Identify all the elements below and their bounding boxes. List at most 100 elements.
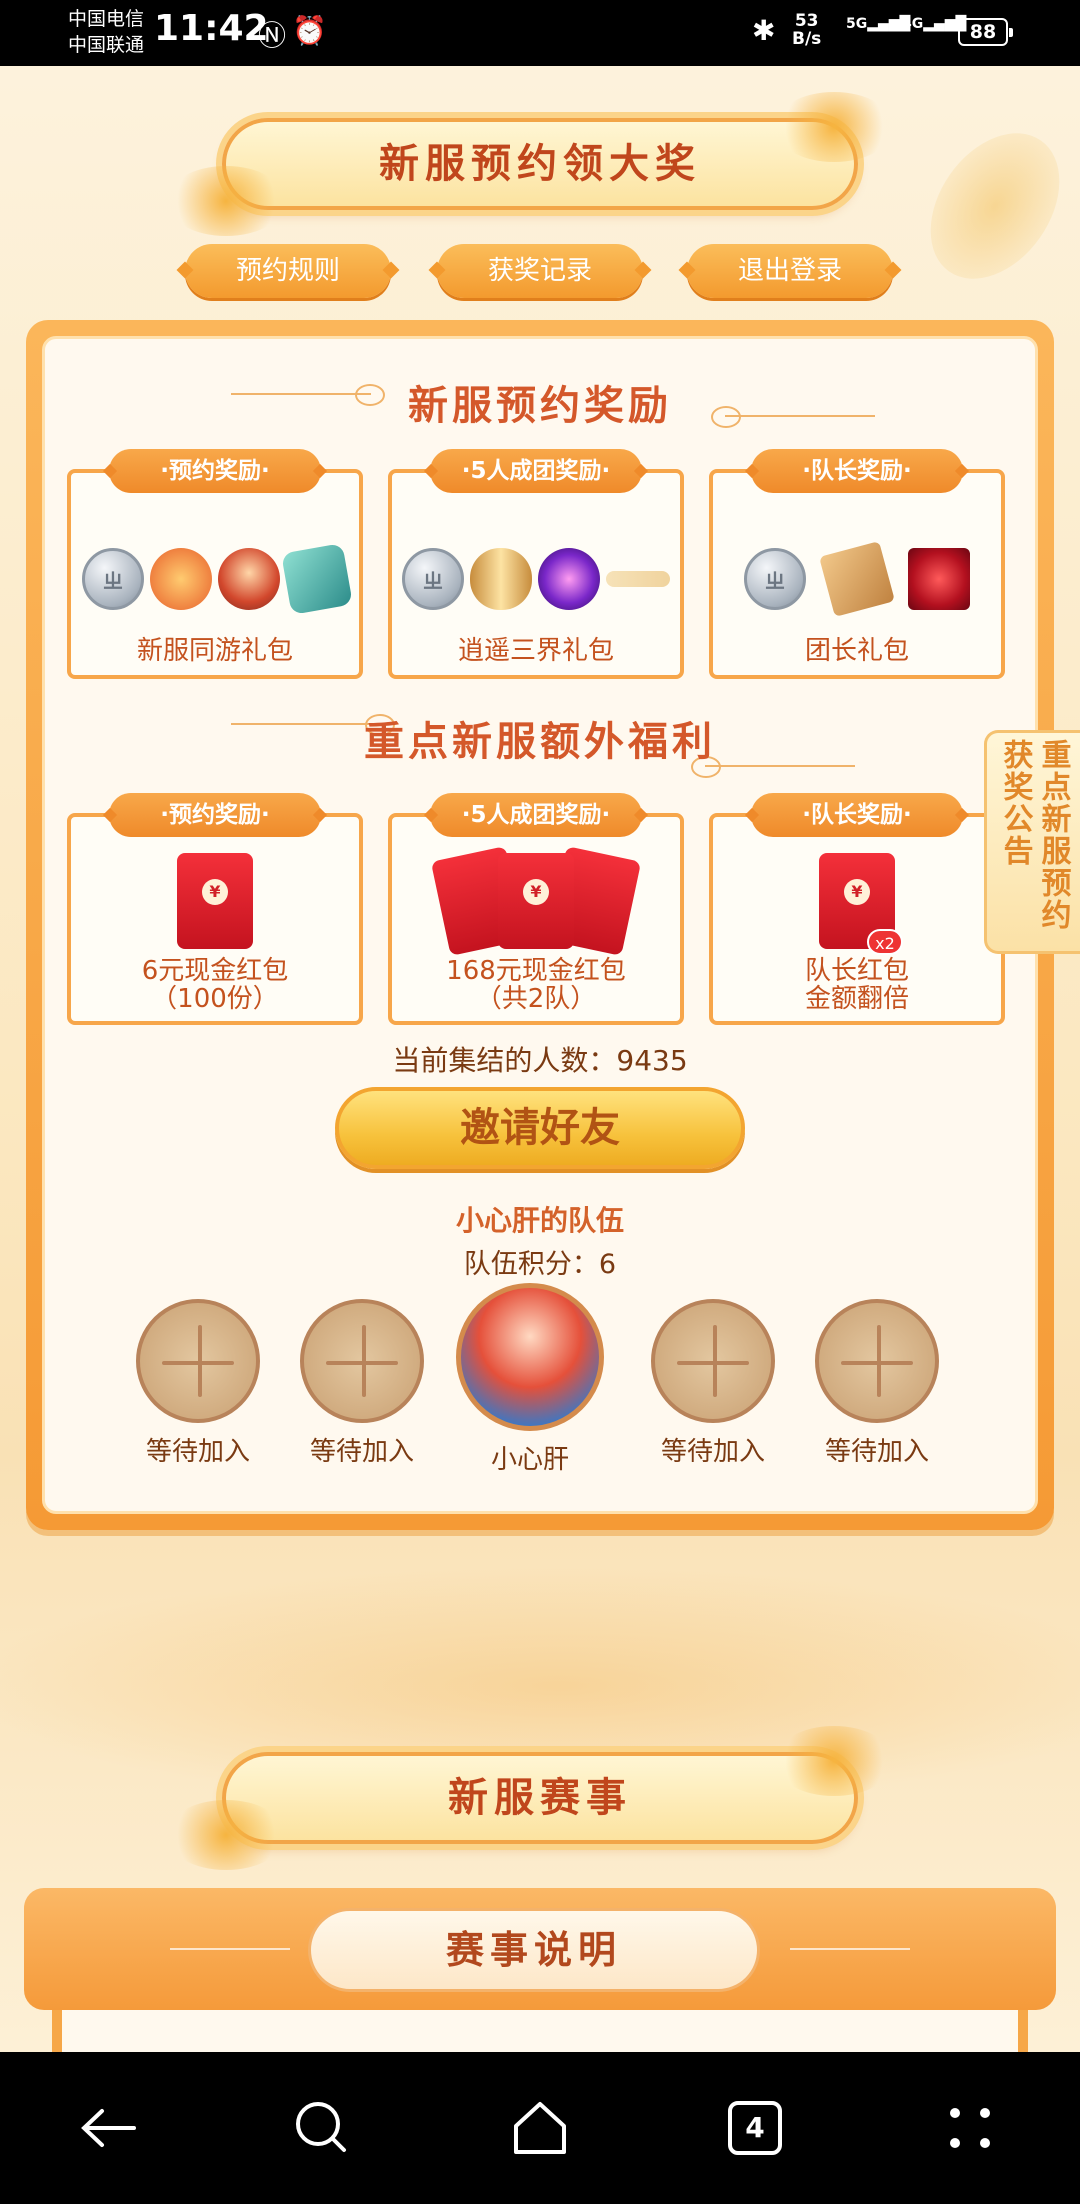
- hero-icon: [218, 548, 280, 610]
- add-member-icon[interactable]: [651, 1299, 775, 1423]
- award-record-button[interactable]: 获奖记录: [437, 244, 643, 298]
- team-score: 队伍积分：6: [45, 1242, 1035, 1281]
- team-name: 小心肝的队伍: [455, 1204, 624, 1237]
- reward-card-team[interactable]: ·5人成团奖励· ㄓ 逍遥三界礼包: [388, 449, 684, 679]
- team-slot-empty[interactable]: 等待加入: [297, 1299, 427, 1468]
- add-member-icon[interactable]: [300, 1299, 424, 1423]
- side-tab-col1: 重点新服预约: [1035, 739, 1071, 931]
- scroll-icon: [470, 548, 532, 610]
- bonus-card-label: 168元现金红包 （共2队）: [392, 957, 680, 1013]
- team-slot-label: 小心肝: [490, 1445, 569, 1475]
- team-slot-label: 等待加入: [309, 1437, 414, 1467]
- red-packet-icon: ¥ x2: [819, 853, 903, 955]
- bonus-card-label: 队长红包 金额翻倍: [713, 957, 1001, 1013]
- rules-button[interactable]: 预约规则: [185, 244, 391, 298]
- back-button[interactable]: [48, 2052, 168, 2204]
- reward-card-tag: ·5人成团奖励·: [430, 449, 642, 493]
- currency-symbol: ¥: [844, 879, 870, 905]
- team-score-value: 6: [598, 1249, 617, 1280]
- event-rules-button[interactable]: 赛事说明: [308, 1908, 760, 1992]
- red-packet-icon: ¥: [177, 853, 253, 949]
- net-label-1: 5G: [846, 16, 868, 32]
- gather-count-label: 当前集结的人数：: [392, 1044, 617, 1077]
- add-member-icon[interactable]: [815, 1299, 939, 1423]
- silver-coin-icon: ㄓ: [744, 548, 806, 610]
- search-button[interactable]: [262, 2052, 382, 2204]
- nfc-icon: Ⓝ: [258, 19, 287, 52]
- bonus-label-line2: （共2队）: [475, 984, 597, 1014]
- bonus-card-label: 6元现金红包 （100份）: [71, 957, 359, 1013]
- team-slot-label: 等待加入: [660, 1437, 765, 1467]
- dots-decoration: [790, 1948, 910, 1950]
- home-button[interactable]: [480, 2052, 600, 2204]
- menu-dots-icon: [950, 2108, 990, 2148]
- dots-decoration: [170, 1948, 290, 1950]
- alarm-icon: ⏰: [292, 14, 327, 47]
- team-slot-label: 等待加入: [824, 1437, 929, 1467]
- rose-icon: [908, 548, 970, 610]
- reward-items: ㄓ: [71, 539, 359, 619]
- signal-4g-icon: 4G▂▄▆█: [902, 16, 967, 32]
- currency-symbol: ¥: [202, 879, 228, 905]
- invite-friends-button[interactable]: 邀请好友: [335, 1087, 745, 1169]
- speed-unit: B/s: [792, 29, 822, 49]
- team-score-label: 队伍积分：: [463, 1249, 599, 1280]
- add-member-icon[interactable]: [136, 1299, 260, 1423]
- silver-coin-icon: ㄓ: [82, 548, 144, 610]
- search-icon: [296, 2102, 346, 2152]
- bonus-card-tag: ·队长奖励·: [751, 793, 963, 837]
- gather-count-value: 9435: [616, 1044, 688, 1077]
- menu-button[interactable]: [910, 2052, 1030, 2204]
- bonus-card-tag: ·5人成团奖励·: [430, 793, 642, 837]
- page-title: 新服预约领大奖: [166, 92, 894, 236]
- silver-coin-icon: ㄓ: [402, 548, 464, 610]
- reservation-panel-inner: 新服预约奖励 ·预约奖励· ㄓ 新服同游礼包 ·5人成团奖励· ㄓ 逍遥三界礼包…: [42, 336, 1038, 1514]
- purple-orb-icon: [538, 548, 600, 610]
- reward-card-reservation[interactable]: ·预约奖励· ㄓ 新服同游礼包: [67, 449, 363, 679]
- reward-items: ㄓ: [713, 539, 1001, 619]
- leaf-decoration: [904, 108, 1080, 304]
- bonus-label-line2: （100份）: [151, 984, 279, 1014]
- grain-decoration: [166, 166, 286, 236]
- bonus-label-line1: 168元现金红包: [446, 956, 626, 986]
- reward-card-leader[interactable]: ·队长奖励· ㄓ 团长礼包: [709, 449, 1005, 679]
- back-arrow-icon: [81, 2109, 136, 2147]
- bar-icon: [606, 571, 670, 587]
- speed-value: 53: [794, 11, 819, 31]
- bonus-card-leader[interactable]: ·队长奖励· ¥ x2 队长红包 金额翻倍: [709, 793, 1005, 1025]
- grain-decoration: [774, 92, 894, 162]
- team-slot-leader[interactable]: 小心肝: [445, 1283, 615, 1476]
- map-icon: [819, 541, 895, 617]
- team-slot-empty[interactable]: 等待加入: [648, 1299, 778, 1468]
- reservation-panel: 新服预约奖励 ·预约奖励· ㄓ 新服同游礼包 ·5人成团奖励· ㄓ 逍遥三界礼包…: [26, 320, 1054, 1530]
- bonus-card-team[interactable]: ·5人成团奖励· ¥ 168元现金红包 （共2队）: [388, 793, 684, 1025]
- status-bar: 中国电信 中国联通 11:42 Ⓝ ⏰ ✱ 53 B/s 5G▂▄▆█ 4G▂▄…: [0, 0, 1080, 66]
- bonus-label-line2: 金额翻倍: [804, 984, 909, 1014]
- logout-button[interactable]: 退出登录: [687, 244, 893, 298]
- team-slot-empty[interactable]: 等待加入: [812, 1299, 942, 1468]
- reward-section-title: 新服预约奖励: [408, 382, 672, 429]
- navigation-bar: 4: [0, 2052, 1080, 2204]
- bonus-card-tag: ·预约奖励·: [109, 793, 321, 837]
- tabs-button[interactable]: 4: [695, 2052, 815, 2204]
- carrier-info: 中国电信 中国联通: [68, 6, 144, 58]
- event-content-strip: [52, 2010, 1028, 2052]
- reward-card-label: 团长礼包: [804, 636, 909, 666]
- bonus-card-reservation[interactable]: ·预约奖励· ¥ 6元现金红包 （100份）: [67, 793, 363, 1025]
- bluetooth-icon: ✱: [752, 14, 776, 47]
- bonus-label-line1: 队长红包: [804, 956, 909, 986]
- grain-decoration: [774, 1726, 894, 1796]
- net-label-2: 4G: [902, 16, 924, 32]
- battery-icon: 88: [958, 18, 1013, 46]
- reward-card-label: 逍遥三界礼包: [457, 636, 614, 666]
- red-packet-wrap: ¥ x2: [713, 853, 1001, 955]
- page-content[interactable]: 新服预约领大奖 预约规则 获奖记录 退出登录 新服预约奖励 ·预约奖励· ㄓ 新…: [0, 66, 1080, 2052]
- carrier-2: 中国联通: [68, 34, 145, 56]
- network-speed: 53 B/s: [792, 12, 821, 48]
- team-slot-empty[interactable]: 等待加入: [133, 1299, 263, 1468]
- side-announcement-tab[interactable]: 获奖公告 重点新服预约: [984, 730, 1080, 954]
- red-packet-wrap: ¥: [71, 853, 359, 949]
- avatar[interactable]: [456, 1283, 604, 1431]
- signal-5g-icon: 5G▂▄▆█: [846, 16, 911, 32]
- home-icon: [514, 2102, 566, 2154]
